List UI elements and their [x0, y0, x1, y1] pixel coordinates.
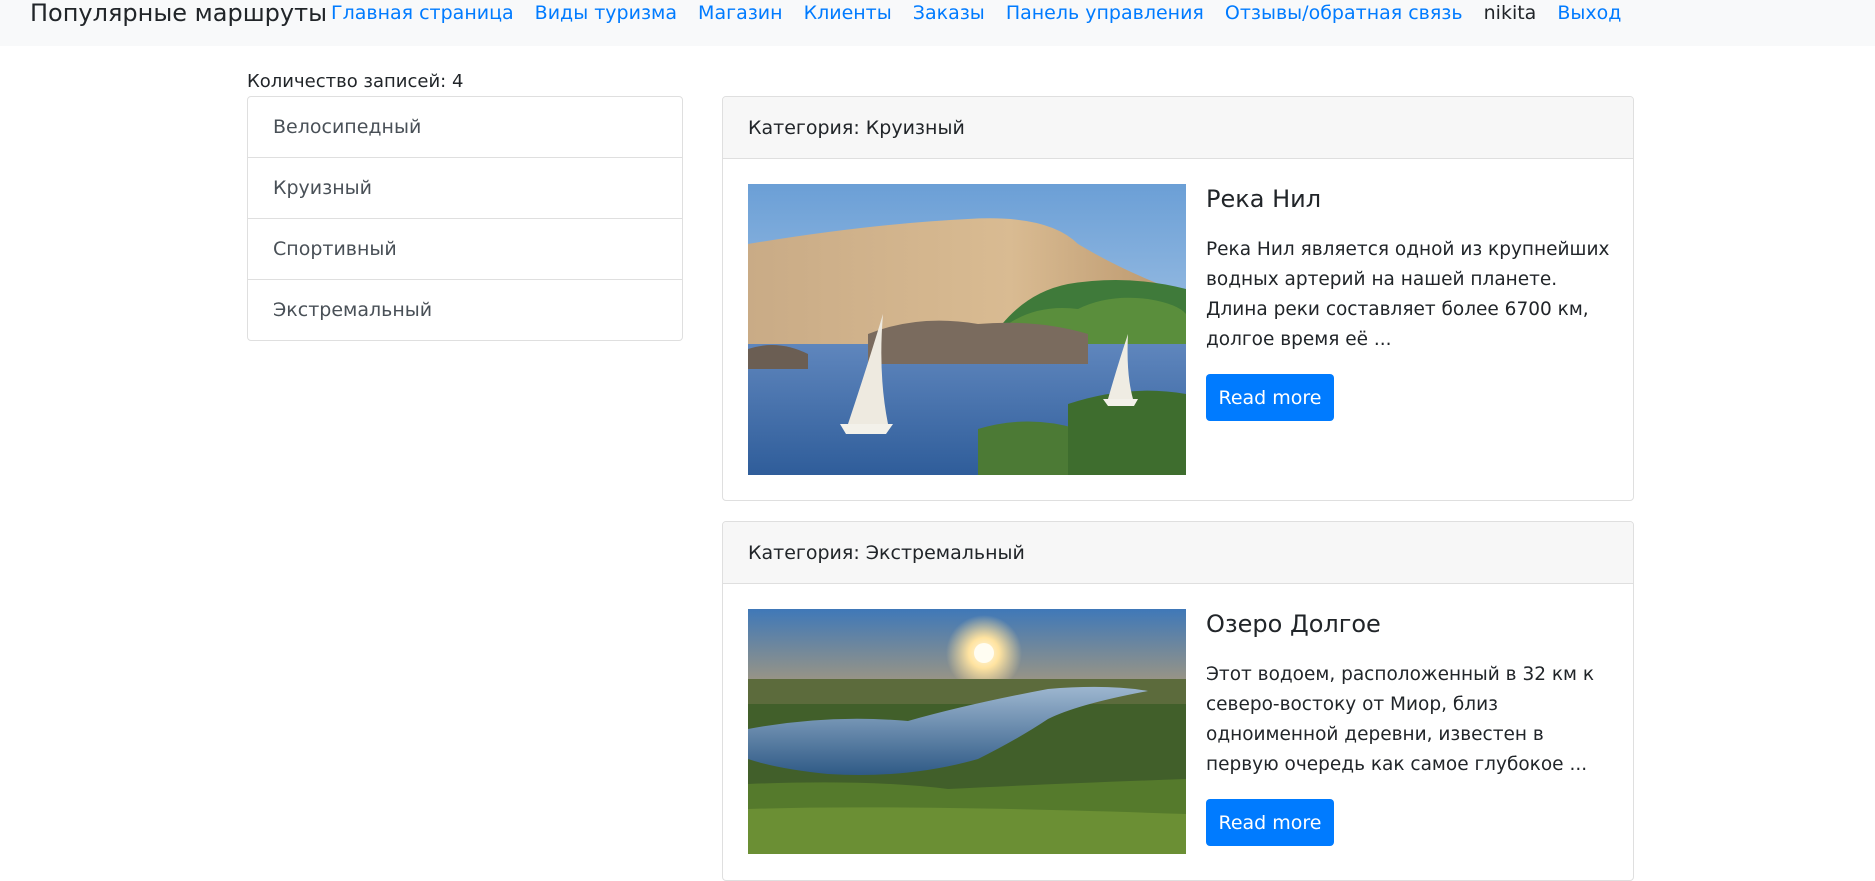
- top-navbar: Популярные маршруты Главная страница Вид…: [0, 0, 1875, 46]
- route-image-nile: [748, 184, 1186, 475]
- route-image-lake: [748, 609, 1186, 854]
- card-category-header: Категория: Экстремальный: [723, 522, 1633, 584]
- nav-link-shop[interactable]: Магазин: [698, 0, 783, 27]
- lake-image: [748, 609, 1186, 854]
- card-title: Река Нил: [1206, 185, 1322, 213]
- route-card: Категория: Круизный Река Нил Река Нил яв…: [722, 96, 1634, 501]
- read-more-button[interactable]: Read more: [1206, 374, 1334, 421]
- category-item-sport[interactable]: Спортивный: [248, 219, 682, 280]
- category-list: Велосипедный Круизный Спортивный Экстрем…: [247, 96, 683, 341]
- card-title: Озеро Долгое: [1206, 610, 1381, 638]
- current-user: nikita: [1483, 2, 1537, 24]
- records-count: Количество записей: 4: [247, 71, 464, 92]
- navbar-brand[interactable]: Популярные маршруты: [30, 0, 327, 29]
- nav-link-logout[interactable]: Выход: [1557, 0, 1621, 27]
- card-text: Река Нил является одной из крупнейших во…: [1206, 239, 1610, 350]
- nav-link-feedback[interactable]: Отзывы/обратная связь: [1225, 0, 1463, 27]
- nav-link-dashboard[interactable]: Панель управления: [1006, 0, 1204, 27]
- route-card: Категория: Экстремальный Озеро Долгое Эт…: [722, 521, 1634, 881]
- nav-link-tourism-types[interactable]: Виды туризма: [535, 0, 677, 27]
- card-text: Этот водоем, расположенный в 32 км к сев…: [1206, 664, 1595, 775]
- read-more-button[interactable]: Read more: [1206, 799, 1334, 846]
- nile-image: [748, 184, 1186, 475]
- nav-link-orders[interactable]: Заказы: [913, 0, 985, 27]
- category-item-cruise[interactable]: Круизный: [248, 158, 682, 219]
- card-category-header: Категория: Круизный: [723, 97, 1633, 159]
- nav-link-home[interactable]: Главная страница: [331, 0, 514, 27]
- category-item-extreme[interactable]: Экстремальный: [248, 280, 682, 340]
- nav-links: Главная страница Виды туризма Магазин Кл…: [331, 0, 1621, 27]
- category-item-cycling[interactable]: Велосипедный: [248, 97, 682, 158]
- nav-link-clients[interactable]: Клиенты: [804, 0, 892, 27]
